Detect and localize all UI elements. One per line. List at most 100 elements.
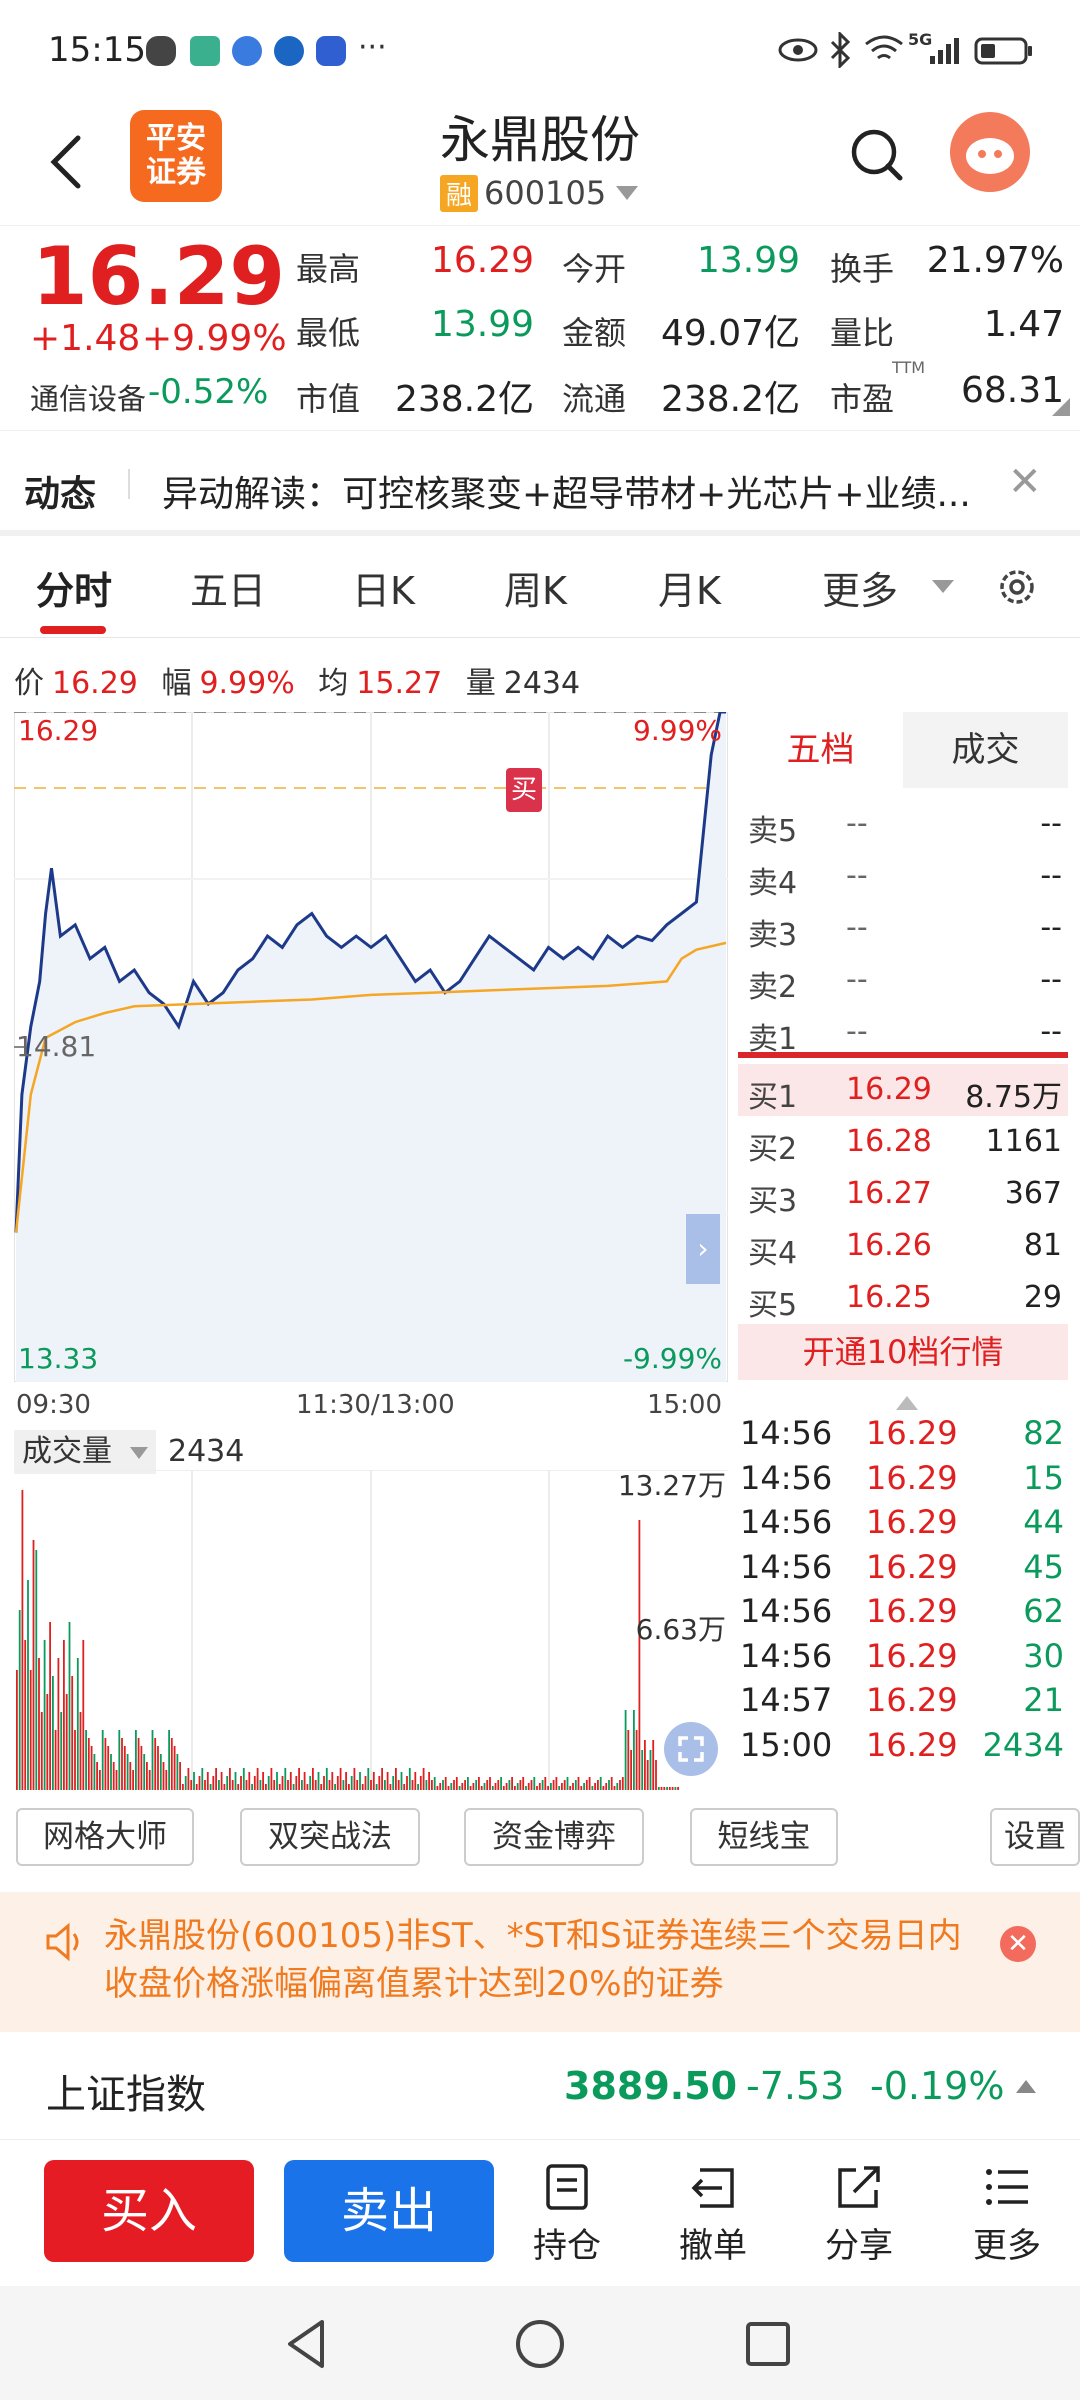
- ask-row[interactable]: 卖5 -- --: [738, 798, 1068, 850]
- tab-daily-k[interactable]: 日K: [352, 560, 415, 615]
- amp-value: 9.99%: [199, 666, 295, 701]
- time-mid: 11:30/13:00: [296, 1390, 455, 1420]
- indicator-selector[interactable]: 成交量: [14, 1430, 156, 1474]
- trade-price: 16.29: [866, 1458, 958, 1497]
- volume-bar: [455, 1777, 458, 1790]
- trade-qty: 15: [1023, 1458, 1064, 1497]
- volume-bar: [157, 1746, 159, 1790]
- strategy-double-breakout-button[interactable]: 双突战法: [240, 1808, 420, 1866]
- open-10-levels-button[interactable]: 开通10档行情: [738, 1324, 1068, 1380]
- fullscreen-icon[interactable]: [664, 1722, 718, 1776]
- trade-row: 14:56 16.29 82: [738, 1414, 1068, 1459]
- positions-button[interactable]: 持仓: [512, 2162, 622, 2267]
- gear-icon[interactable]: [994, 564, 1040, 610]
- tab-more[interactable]: 更多: [822, 560, 898, 615]
- volume-bar: [342, 1780, 345, 1790]
- sell-button[interactable]: 卖出: [284, 2160, 494, 2262]
- buy-signal-marker[interactable]: 买: [506, 768, 542, 812]
- ask-row[interactable]: 卖1 -- --: [738, 1006, 1068, 1058]
- volume-bar: [32, 1540, 35, 1790]
- stat-label: 量比: [830, 314, 895, 352]
- assistant-avatar-icon[interactable]: [950, 112, 1030, 192]
- bid-row[interactable]: 买1 16.29 8.75万: [738, 1064, 1068, 1116]
- news-text[interactable]: 异动解读：可控核聚变+超导带材+光芯片+业绩...: [162, 465, 1002, 517]
- more-button[interactable]: 更多: [952, 2162, 1062, 2267]
- trade-time: 14:56: [740, 1592, 833, 1630]
- volume-bar: [397, 1780, 400, 1790]
- volume-bar: [317, 1772, 320, 1790]
- stat-label: 最低: [296, 314, 361, 352]
- volume-bar: [475, 1780, 478, 1790]
- volume-bar: [367, 1768, 370, 1790]
- volume-bar: [558, 1786, 561, 1790]
- volume-bar: [135, 1730, 137, 1790]
- strategy-grid-master-button[interactable]: 网格大师: [16, 1808, 194, 1866]
- volume-bar: [46, 1694, 49, 1790]
- intraday-chart[interactable]: 16.29 9.99% 14.81 13.33 -9.99% 买 ›: [14, 712, 728, 1382]
- volume-bar: [265, 1784, 267, 1790]
- expand-up-icon[interactable]: [1016, 2080, 1036, 2093]
- chart-low-price: 13.33: [18, 1342, 99, 1375]
- volume-bar: [478, 1777, 480, 1790]
- tab-intraday[interactable]: 分时: [36, 560, 112, 615]
- chart-period-tabs: 分时 五日 日K 周K 月K 更多: [0, 540, 1080, 638]
- volume-bar: [68, 1622, 71, 1790]
- more-notifications-icon: ···: [358, 30, 387, 65]
- news-ticker[interactable]: 动态 异动解读：可控核聚变+超导带材+光芯片+业绩... ✕: [0, 430, 1080, 530]
- close-alert-icon[interactable]: ✕: [1000, 1926, 1036, 1962]
- bid-row[interactable]: 买3 16.27 367: [738, 1168, 1068, 1220]
- bid-row[interactable]: 买5 16.25 29: [738, 1272, 1068, 1324]
- buy-button[interactable]: 买入: [44, 2160, 254, 2262]
- volume-bar: [18, 1610, 21, 1790]
- bid-qty: 8.75万: [965, 1080, 1062, 1115]
- ask-row[interactable]: 卖3 -- --: [738, 902, 1068, 954]
- volume-bar: [229, 1768, 231, 1790]
- nav-back-icon[interactable]: [282, 2318, 332, 2370]
- ask-price: --: [846, 910, 868, 945]
- ask-qty: --: [1040, 858, 1062, 893]
- tab-trades[interactable]: 成交: [903, 712, 1068, 788]
- strategy-settings-button[interactable]: 设置: [990, 1808, 1080, 1866]
- ask-row[interactable]: 卖2 -- --: [738, 954, 1068, 1006]
- tab-five-day[interactable]: 五日: [190, 560, 266, 615]
- volume-bar: [240, 1776, 242, 1790]
- volume-bar: [569, 1786, 572, 1790]
- expand-panel-icon[interactable]: ›: [686, 1214, 720, 1284]
- close-icon[interactable]: ✕: [1008, 459, 1042, 505]
- time-axis: 09:30 11:30/13:00 15:00: [14, 1390, 728, 1426]
- strategy-capital-game-button[interactable]: 资金博弈: [464, 1808, 644, 1866]
- share-button[interactable]: 分享: [804, 2162, 914, 2267]
- tab-monthly-k[interactable]: 月K: [658, 560, 721, 615]
- volume-bar: [267, 1776, 270, 1790]
- volume-bar: [649, 1750, 652, 1790]
- nav-home-icon[interactable]: [514, 2318, 566, 2370]
- bid-row[interactable]: 买4 16.26 81: [738, 1220, 1068, 1272]
- stat-label: 最高: [296, 250, 361, 288]
- nav-recents-icon[interactable]: [744, 2320, 792, 2368]
- scroll-up-icon[interactable]: [896, 1396, 918, 1410]
- bid-level-label: 买2: [748, 1132, 798, 1167]
- strategy-short-term-button[interactable]: 短线宝: [690, 1808, 838, 1866]
- stat-label: 换手: [830, 250, 895, 288]
- volume-bar: [325, 1768, 328, 1790]
- tab-five-levels[interactable]: 五档: [738, 712, 903, 788]
- bid-row[interactable]: 买2 16.28 1161: [738, 1116, 1068, 1168]
- expand-corner-icon[interactable]: [1052, 398, 1070, 416]
- ask-row[interactable]: 卖4 -- --: [738, 850, 1068, 902]
- sector-name[interactable]: 通信设备: [30, 376, 146, 418]
- share-label: 分享: [825, 2226, 893, 2266]
- ask-bid-separator: [738, 1052, 1068, 1058]
- browser-icon: [232, 36, 262, 66]
- volume-bar: [79, 1712, 82, 1790]
- volume-bar: [76, 1658, 79, 1790]
- index-name: 上证指数: [46, 2072, 206, 2118]
- index-ticker[interactable]: 上证指数 3889.50 -7.53 -0.19%: [0, 2034, 1080, 2140]
- volume-bar: [530, 1780, 533, 1790]
- stock-code-selector[interactable]: 融 600105: [440, 174, 639, 212]
- tab-weekly-k[interactable]: 周K: [504, 560, 567, 615]
- volume-bar: [610, 1777, 613, 1790]
- index-value: 3889.50: [564, 2064, 738, 2108]
- volume-bar: [253, 1776, 256, 1790]
- search-icon[interactable]: [848, 126, 906, 184]
- cancel-order-button[interactable]: 撤单: [658, 2162, 768, 2267]
